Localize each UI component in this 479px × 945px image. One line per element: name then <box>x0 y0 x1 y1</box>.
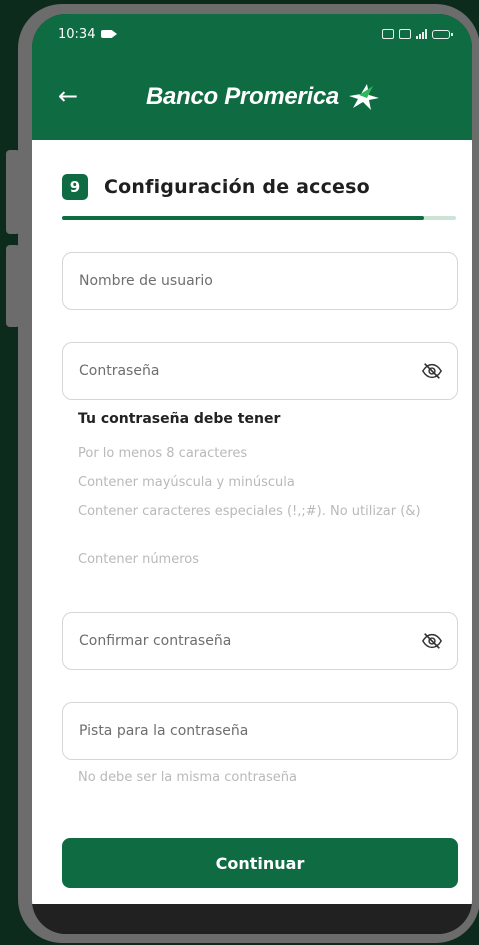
bottom-bar <box>32 904 472 934</box>
password-rules-title: Tu contraseña debe tener <box>78 411 281 427</box>
status-bar: 10:34 <box>58 24 453 44</box>
password-hint-input[interactable] <box>77 722 443 740</box>
brand-name: Banco Promerica <box>146 83 339 110</box>
username-input[interactable] <box>77 272 443 290</box>
status-left: 10:34 <box>58 26 118 42</box>
app-header: 10:34 ← Banco Promerica <box>32 14 472 140</box>
sim-icon <box>399 29 411 39</box>
continue-button[interactable]: Continuar <box>62 838 458 888</box>
password-field <box>62 342 458 400</box>
password-rule-item: Contener mayúscula y minúscula <box>78 475 295 490</box>
signal-icon <box>416 29 427 39</box>
confirm-password-input[interactable] <box>77 632 421 650</box>
status-right <box>382 29 453 39</box>
back-button[interactable]: ← <box>58 80 90 112</box>
star-logo-icon <box>348 84 379 110</box>
step-header: 9 Configuración de acceso <box>62 174 370 200</box>
alarm-icon <box>382 29 394 39</box>
battery-icon <box>432 29 453 39</box>
step-progress-bar <box>62 216 456 220</box>
step-progress-fill <box>62 216 425 220</box>
username-field <box>62 252 458 310</box>
stage: 10:34 ← Banco Promerica 9 Configuración … <box>0 0 479 945</box>
password-rule-item: Por lo menos 8 caracteres <box>78 446 248 461</box>
step-number-badge: 9 <box>62 174 88 200</box>
confirm-password-field <box>62 612 458 670</box>
status-time: 10:34 <box>58 26 96 42</box>
phone-screen: 10:34 ← Banco Promerica 9 Configuración … <box>32 14 472 934</box>
main-content: 9 Configuración de acceso Tu contraseña … <box>32 140 472 904</box>
brand-logo: Banco Promerica <box>146 82 381 112</box>
nav-row: ← Banco Promerica <box>32 74 472 118</box>
video-camera-icon <box>101 30 118 38</box>
password-rule-item: Contener caracteres especiales (!,;#). N… <box>78 504 421 519</box>
password-hint-note: No debe ser la misma contraseña <box>78 770 297 785</box>
password-hint-field <box>62 702 458 760</box>
password-input[interactable] <box>77 362 421 380</box>
eye-off-icon[interactable] <box>421 360 443 382</box>
eye-off-icon[interactable] <box>421 630 443 652</box>
password-rule-item: Contener números <box>78 552 200 567</box>
page-title: Configuración de acceso <box>104 176 370 198</box>
